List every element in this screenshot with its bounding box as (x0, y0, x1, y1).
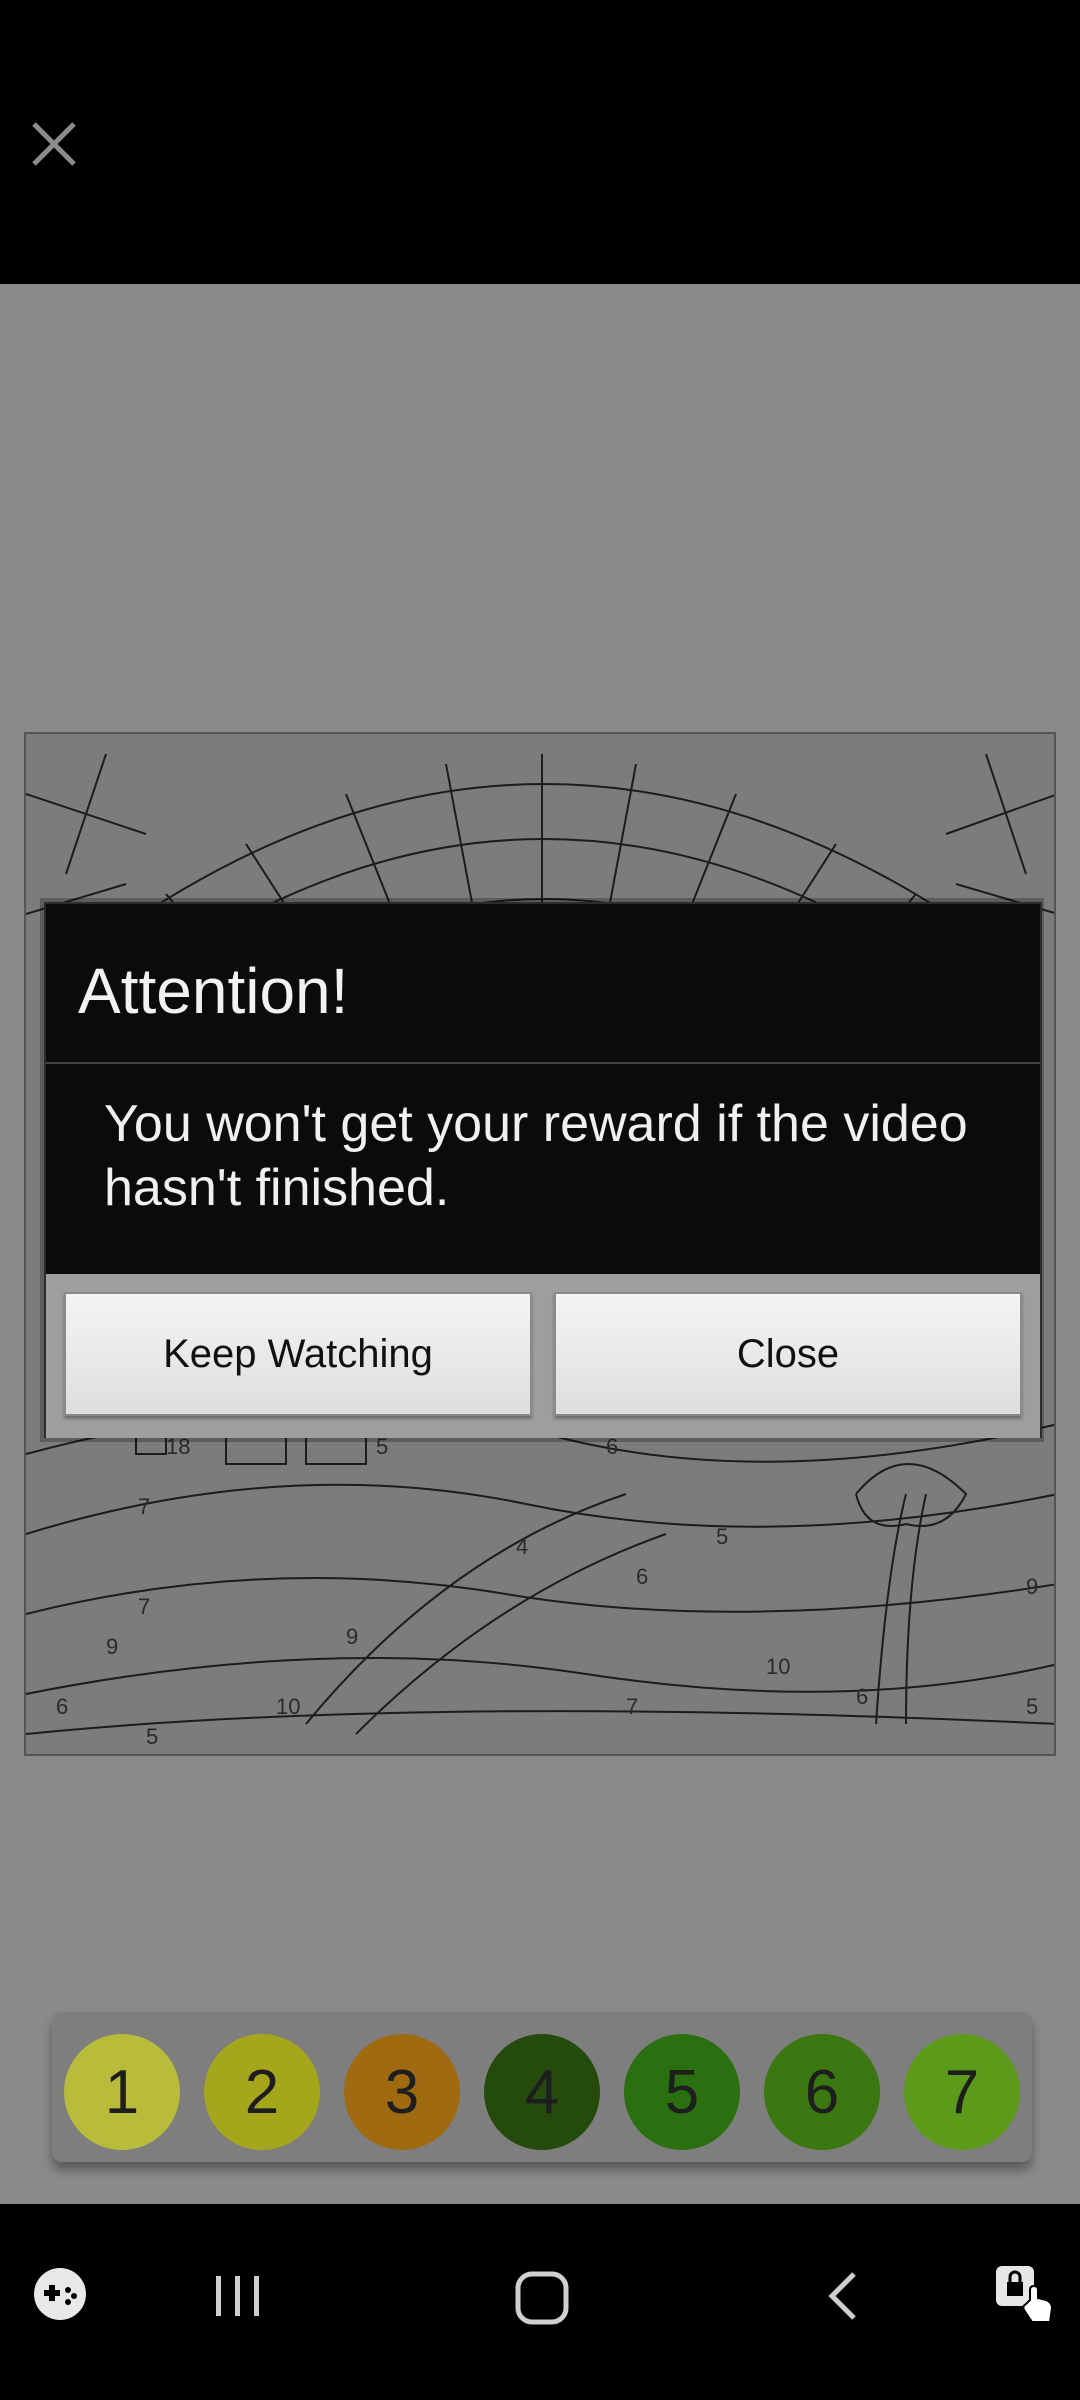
palette-color-3[interactable]: 3 (344, 2034, 460, 2150)
palette-color-7[interactable]: 7 (904, 2034, 1020, 2150)
region-number: 6 (56, 1694, 69, 1719)
region-number: 9 (106, 1634, 119, 1659)
ad-top-bar (0, 0, 1080, 284)
region-number: 4 (516, 1534, 529, 1559)
region-number: 5 (146, 1724, 159, 1749)
region-number: 6 (636, 1564, 649, 1589)
region-number: 7 (138, 1494, 151, 1519)
palette-color-6[interactable]: 6 (764, 2034, 880, 2150)
region-number: 10 (766, 1654, 791, 1679)
palette-color-2[interactable]: 2 (204, 2034, 320, 2150)
color-number: 2 (244, 2057, 280, 2127)
home-icon[interactable] (512, 2268, 572, 2333)
back-icon[interactable] (818, 2268, 874, 2329)
region-number: 6 (856, 1684, 869, 1709)
dialog-title: Attention! (78, 955, 349, 1027)
game-launcher-icon[interactable] (30, 2264, 90, 2329)
region-number: 5 (716, 1524, 729, 1549)
region-number: 7 (138, 1594, 151, 1619)
region-number: 9 (346, 1624, 359, 1649)
recent-apps-icon[interactable] (210, 2268, 266, 2329)
close-ad-icon[interactable] (22, 112, 86, 176)
region-number: 9 (1026, 1574, 1039, 1599)
screen-lock-icon[interactable] (990, 2260, 1060, 2335)
region-number: 10 (276, 1694, 301, 1719)
keep-watching-button[interactable]: Keep Watching (64, 1292, 532, 1416)
color-number: 6 (804, 2057, 840, 2127)
dialog-divider (46, 1062, 1040, 1064)
palette-color-1[interactable]: 1 (64, 2034, 180, 2150)
close-button[interactable]: Close (554, 1292, 1022, 1416)
color-number: 3 (384, 2057, 420, 2127)
color-number: 4 (524, 2057, 560, 2127)
attention-dialog: Attention! You won't get your reward if … (44, 902, 1042, 1438)
region-number: 7 (626, 1694, 639, 1719)
system-navigation-bar (0, 2204, 1080, 2400)
palette-color-4[interactable]: 4 (484, 2034, 600, 2150)
dialog-message: You won't get your reward if the video h… (104, 1095, 968, 1217)
color-number: 5 (664, 2057, 700, 2127)
color-number: 7 (944, 2057, 980, 2127)
dialog-button-bar: Keep Watching Close (46, 1274, 1040, 1438)
region-number: 5 (1026, 1694, 1039, 1719)
color-number: 1 (104, 2057, 140, 2127)
palette-color-5[interactable]: 5 (624, 2034, 740, 2150)
color-palette: 1 2 3 4 5 6 7 (52, 2012, 1032, 2162)
